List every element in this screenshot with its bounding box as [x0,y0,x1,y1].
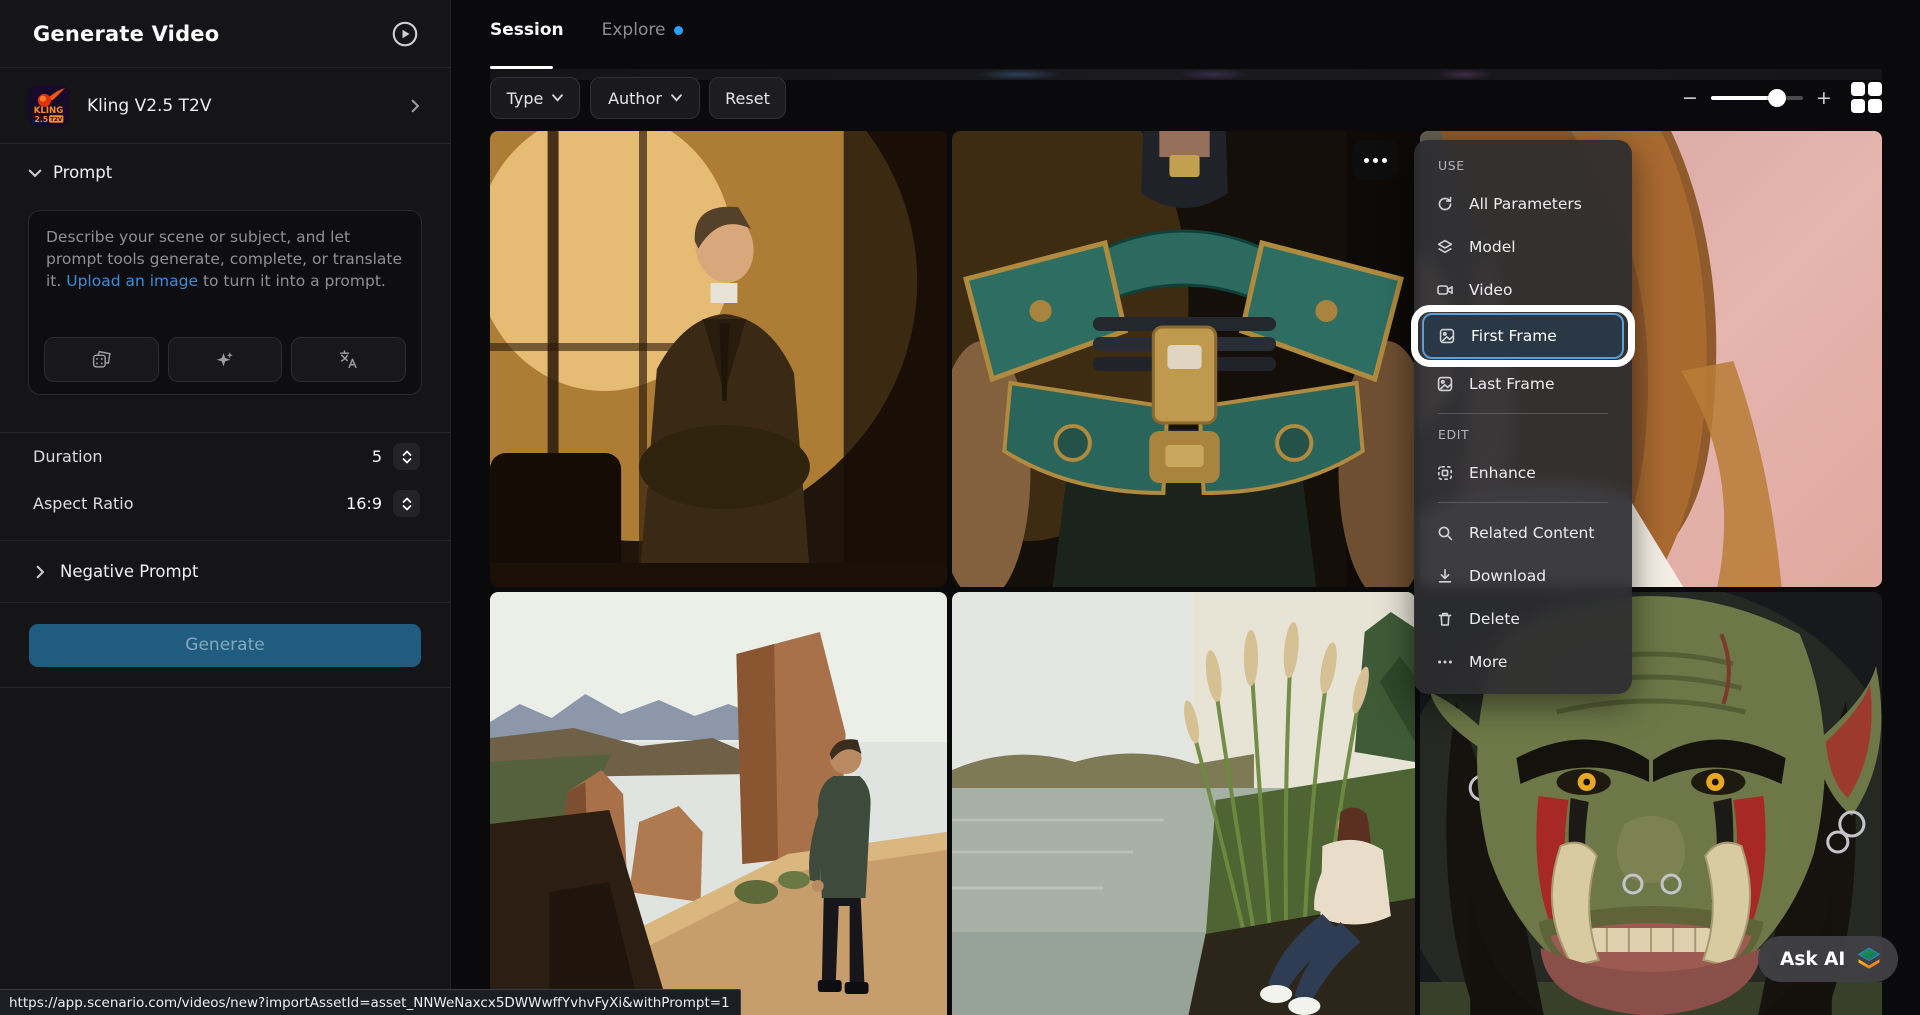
duration-stepper[interactable] [393,443,420,470]
menu-divider [1438,413,1608,414]
aspect-ratio-setting: Aspect Ratio 16:9 [0,480,450,527]
status-url: https://app.scenario.com/videos/new?impo… [9,995,730,1011]
session-gallery [490,131,1882,1015]
generate-button[interactable]: Generate [29,624,421,667]
zoom-out-button[interactable]: − [1682,89,1698,108]
upload-image-link[interactable]: Upload an image [66,272,198,290]
ellipsis-icon [1364,158,1369,163]
duration-setting: Duration 5 [0,433,450,480]
link-status-bar: https://app.scenario.com/videos/new?impo… [0,989,741,1015]
duration-value: 5 [372,447,382,466]
tab-session[interactable]: Session [490,20,564,40]
svg-text:2.5: 2.5 [34,115,48,124]
refresh-icon [1436,195,1454,213]
image-frame-icon [1438,327,1456,345]
gallery-image-lakeside-woman[interactable] [952,592,1415,1015]
menu-item-last-frame[interactable]: Last Frame [1414,362,1632,405]
menu-item-first-frame[interactable]: First Frame [1422,313,1624,359]
prompt-toolbar [44,337,406,382]
divider [0,143,450,144]
aspect-ratio-value: 16:9 [346,494,382,513]
layers-icon [1436,238,1454,256]
menu-divider [1438,502,1608,503]
aspect-ratio-stepper[interactable] [393,490,420,517]
type-filter-dropdown[interactable]: Type [490,77,580,119]
explore-notification-dot [674,26,683,35]
author-filter-dropdown[interactable]: Author [590,77,700,119]
video-camera-icon [1436,281,1454,299]
svg-text:T2V: T2V [50,117,63,123]
gallery-image-businessman[interactable] [490,131,947,587]
ask-ai-button[interactable]: Ask AI [1758,936,1898,982]
prompt-placeholder: Describe your scene or subject, and let … [29,211,421,292]
active-tab-underline [490,66,553,69]
zoom-in-button[interactable]: + [1816,89,1832,108]
zoom-slider[interactable] [1711,96,1803,100]
duration-label: Duration [33,447,103,466]
image-more-options-button[interactable] [1353,140,1398,180]
session-tabs: Session Explore [490,20,683,40]
aspect-ratio-label: Aspect Ratio [33,494,134,513]
negative-prompt-label: Negative Prompt [60,562,199,581]
menu-section-use: USE [1414,153,1632,182]
gallery-image-canyon-hiker[interactable] [490,592,947,1015]
menu-item-all-parameters[interactable]: All Parameters [1414,182,1632,225]
menu-item-related-content[interactable]: Related Content [1414,511,1632,554]
translate-icon [338,349,359,370]
chevron-down-icon [552,94,563,102]
model-selector[interactable]: KLING 2.5 T2V Kling V2.5 T2V [0,68,450,143]
sparkles-icon [215,350,235,370]
ellipsis-icon [1436,653,1454,671]
play-circle-icon [390,19,420,49]
grid-icon [1851,82,1865,96]
translate-prompt-button[interactable] [291,337,406,382]
sidebar-header: Generate Video [0,0,450,67]
enhance-prompt-button[interactable] [168,337,283,382]
reset-filters-button[interactable]: Reset [709,77,786,119]
menu-item-model[interactable]: Model [1414,225,1632,268]
chevron-right-icon [408,99,422,113]
page-title: Generate Video [33,22,219,46]
random-prompt-button[interactable] [44,337,159,382]
negative-prompt-toggle[interactable]: Negative Prompt [0,541,450,602]
gallery-image-armor-warrior[interactable] [952,131,1415,587]
chevron-down-icon [671,94,682,102]
menu-item-download[interactable]: Download [1414,554,1632,597]
trash-icon [1436,610,1454,628]
dice-icon [91,349,112,370]
divider [0,687,450,688]
thumbnail-zoom-control: − + [1682,77,1883,119]
previous-row-image-sliver [490,69,1882,80]
menu-item-more[interactable]: More [1414,640,1632,683]
scenario-logo-icon [1855,945,1883,973]
image-context-menu: USE All Parameters Model Video [1414,140,1632,694]
search-icon [1436,524,1454,542]
model-name: Kling V2.5 T2V [87,96,390,116]
download-icon [1436,567,1454,585]
grid-view-button[interactable] [1851,82,1883,114]
kling-model-icon: KLING 2.5 T2V [28,85,69,126]
history-play-button[interactable] [390,19,420,49]
generate-video-panel: Generate Video KLING 2.5 T2V Kling V2.5 [0,0,451,1015]
menu-section-edit: EDIT [1414,422,1632,451]
prompt-input[interactable]: Describe your scene or subject, and let … [28,210,422,395]
menu-item-video[interactable]: Video [1414,268,1632,311]
image-frame-icon [1436,375,1454,393]
prompt-section-toggle[interactable]: Prompt [28,163,112,182]
tab-explore[interactable]: Explore [602,20,684,40]
menu-item-enhance[interactable]: Enhance [1414,451,1632,494]
prompt-section-label: Prompt [53,163,112,182]
zoom-slider-knob[interactable] [1768,89,1786,107]
chevron-right-icon [33,565,47,579]
chevron-down-icon [28,166,42,180]
enhance-icon [1436,464,1454,482]
menu-item-delete[interactable]: Delete [1414,597,1632,640]
